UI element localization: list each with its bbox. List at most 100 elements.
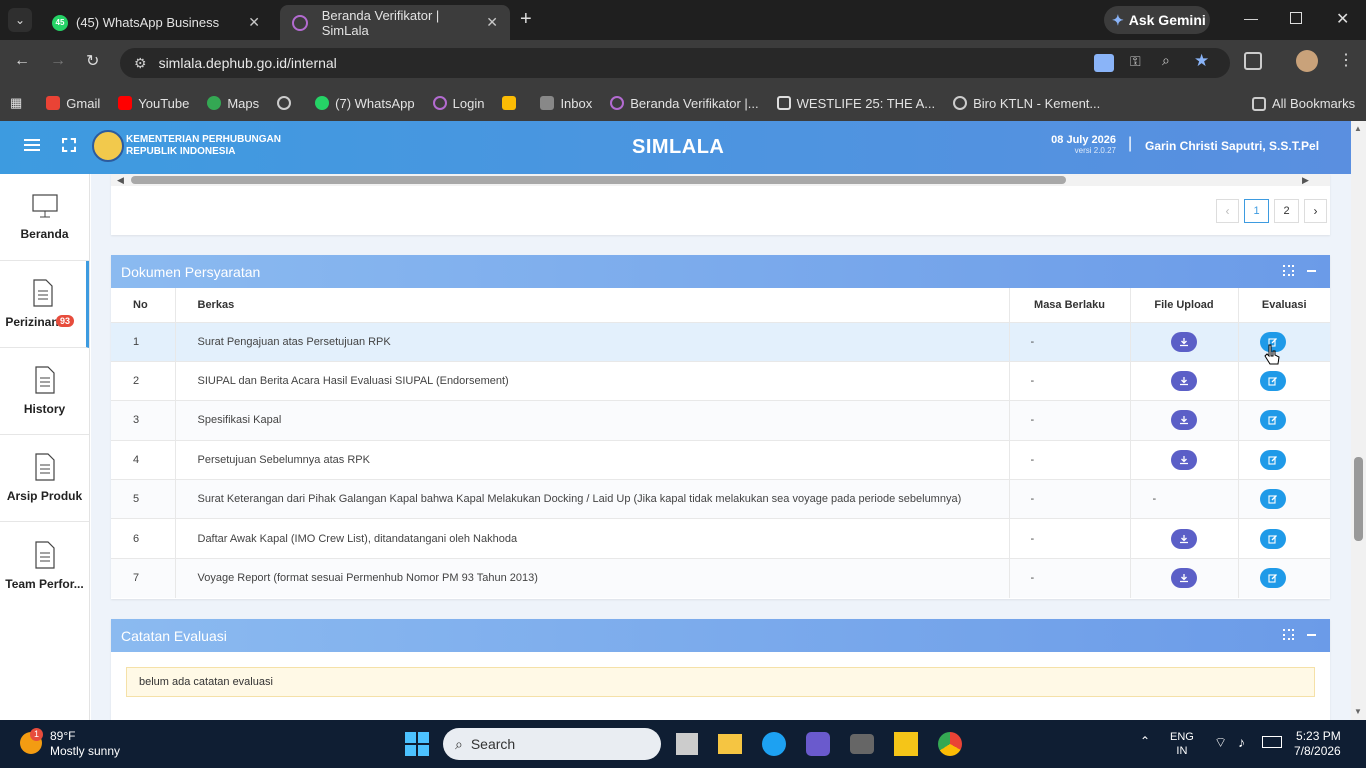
edit-evaluation-button[interactable] [1259,449,1286,470]
collapse-icon[interactable] [1307,634,1316,636]
download-button[interactable] [1171,410,1197,431]
language-indicator[interactable]: ENG IN [1170,730,1194,758]
reload-icon[interactable]: ↻ [86,51,99,71]
masa-berlaku: - [1008,439,1130,480]
download-button[interactable] [1171,449,1197,470]
berkas-name: SIUPAL dan Berita Acara Hasil Evaluasi S… [174,360,1009,401]
sidebar-item-label: History [23,402,66,416]
apps-grid-icon[interactable]: ▦ [10,95,22,111]
tab-simlala[interactable]: Beranda Verifikator | SimLala ✕ [280,5,510,40]
bookmark-youtube[interactable]: YouTube [118,96,189,111]
task-view-icon[interactable] [676,733,698,755]
card-title: Dokumen Persyaratan [121,263,261,280]
minimize-button[interactable]: — [1244,10,1258,26]
scroll-right-icon[interactable]: ▶ [1302,175,1309,186]
file-explorer-icon[interactable] [718,734,742,754]
address-bar[interactable]: ⚙ simlala.dephub.go.id/internal ⚿ ⌕ ★ [120,48,1230,78]
download-button[interactable] [1171,371,1197,392]
edit-evaluation-button[interactable] [1259,371,1286,392]
site-info-icon[interactable]: ⚙ [134,55,147,72]
password-key-icon[interactable]: ⚿ [1130,53,1141,70]
install-app-icon[interactable] [1094,54,1114,72]
pagination-next[interactable]: › [1304,199,1327,223]
sidebar-item-label: Perizinan [5,315,59,329]
expand-icon[interactable] [1283,265,1294,276]
download-button[interactable] [1171,568,1197,589]
all-bookmarks[interactable]: All Bookmarks [1252,96,1355,111]
user-name[interactable]: Garin Christi Saputri, S.S.T.Pel [1145,139,1319,153]
sidebar-item-label: Beranda [20,227,69,241]
bookmark-gmail[interactable]: Gmail [46,96,100,111]
scrollbar-thumb[interactable] [131,176,1066,184]
edit-evaluation-button[interactable] [1259,528,1286,549]
wifi-icon[interactable]: ⌔ [1214,734,1227,752]
sticky-notes-icon[interactable] [894,732,918,756]
page-scrollbar[interactable]: ▲ ▼ [1351,121,1366,720]
app-icon[interactable] [806,732,830,756]
bookmark-star-icon[interactable]: ★ [1194,51,1209,71]
row-number: 3 [111,400,175,441]
sidebar-item-team-performance[interactable]: Team Perfor... [0,522,89,609]
chrome-icon[interactable] [938,732,962,756]
simlala-icon [432,96,447,110]
camera-icon[interactable] [850,734,874,754]
close-tab-icon[interactable]: ✕ [248,14,260,31]
new-tab-button[interactable]: + [520,8,532,31]
sidebar-item-beranda[interactable]: Beranda [0,174,89,261]
bookmark-biro-ktln[interactable]: Biro KTLN - Kement... [953,96,1100,111]
scroll-left-icon[interactable]: ◀ [117,175,124,186]
sidebar-item-history[interactable]: History [0,348,89,435]
edit-evaluation-button[interactable] [1259,489,1286,510]
close-tab-icon[interactable]: ✕ [486,14,498,31]
profile-avatar[interactable] [1296,50,1318,72]
back-icon[interactable]: ← [14,52,30,70]
ask-gemini-button[interactable]: ✦ Ask Gemini [1104,6,1210,34]
download-button[interactable] [1171,331,1197,352]
berkas-name: Daftar Awak Kapal (IMO Crew List), ditan… [174,518,1009,559]
no-upload-label: - [1152,493,1157,506]
tray-overflow-icon[interactable]: ⌃ [1140,734,1150,748]
org-line1: KEMENTERIAN PERHUBUNGAN [126,134,282,145]
download-button[interactable] [1171,528,1197,549]
zoom-icon[interactable]: ⌕ [1162,52,1170,69]
expand-icon[interactable] [1283,629,1294,640]
bookmark-inbox[interactable]: Inbox [540,96,592,111]
scroll-up-icon[interactable]: ▲ [1354,124,1362,133]
scrollbar-thumb[interactable] [1354,457,1363,541]
maximize-button[interactable] [1290,12,1302,24]
taskbar-search[interactable]: ⌕ Search [443,728,661,760]
pagination-prev[interactable]: ‹ [1216,199,1239,223]
clock[interactable]: 5:23 PM 7/8/2026 [1294,729,1341,759]
tab-search-button[interactable]: ⌄ [8,8,32,32]
forward-icon[interactable]: → [50,52,66,70]
horizontal-scrollbar[interactable]: ◀ ▶ [111,174,1330,186]
windows-start-icon[interactable] [405,732,429,756]
volume-icon[interactable]: ♪ [1238,734,1245,750]
tab-label: (45) WhatsApp Business [76,15,220,30]
close-window-button[interactable]: ✕ [1336,9,1349,29]
edit-evaluation-button[interactable] [1259,410,1286,431]
sidebar-item-perizinan[interactable]: Perizinan 93 [0,261,89,348]
bookmark-beranda[interactable]: Beranda Verifikator |... [610,96,759,111]
bookmark-login[interactable]: Login [432,96,484,111]
bookmark-westlife[interactable]: WESTLIFE 25: THE A... [776,96,935,111]
battery-icon[interactable] [1262,736,1282,748]
bookmark-pinwheel[interactable] [502,96,522,110]
menu-icon[interactable]: ⋮ [1338,50,1354,70]
hamburger-menu-icon[interactable] [24,139,40,151]
bookmark-whatsapp[interactable]: (7) WhatsApp [315,96,415,111]
tab-whatsapp[interactable]: 45 (45) WhatsApp Business ✕ [40,5,272,40]
scroll-down-icon[interactable]: ▼ [1354,707,1362,716]
pagination-page-2[interactable]: 2 [1274,199,1299,223]
sidebar-item-arsip-produk[interactable]: Arsip Produk [0,435,89,522]
collapse-icon[interactable] [1307,270,1316,272]
pagination-page-1[interactable]: 1 [1244,199,1269,223]
bookmark-globe[interactable] [277,96,297,110]
table-row: 4 Persetujuan Sebelumnya atas RPK - [111,439,1330,480]
edit-evaluation-button[interactable] [1259,568,1286,589]
extensions-icon[interactable] [1244,52,1262,70]
weather-widget[interactable]: 89°F Mostly sunny [50,729,120,759]
bookmark-maps[interactable]: Maps [207,96,259,111]
fullscreen-icon[interactable] [62,138,76,152]
edge-icon[interactable] [762,732,786,756]
